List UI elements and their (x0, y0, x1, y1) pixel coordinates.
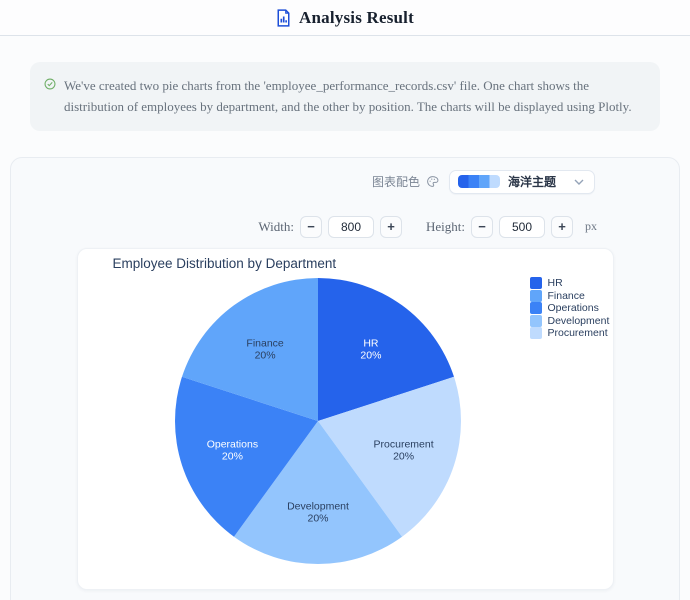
width-decrease-button[interactable]: − (300, 215, 322, 238)
width-input[interactable]: 800 (328, 215, 374, 238)
height-label: Height: (426, 218, 465, 234)
width-label: Width: (258, 218, 294, 234)
legend-swatch (529, 277, 542, 290)
legend-swatch (529, 302, 542, 315)
legend-label: Development (547, 314, 610, 327)
chevron-down-icon (574, 179, 584, 185)
size-toolbar: Width: − 800 + Height: − 500 + px (11, 215, 679, 238)
legend-item-finance[interactable]: Finance (529, 289, 610, 302)
palette-icon (427, 176, 439, 188)
legend-label: Procurement (547, 327, 608, 340)
legend-swatch (529, 314, 542, 327)
legend-swatch (529, 289, 542, 302)
legend-item-development[interactable]: Development (529, 314, 610, 327)
pie-chart-card: Employee Distribution by Department HR 20… (76, 247, 614, 590)
theme-toolbar: 图表配色 海洋主题 (11, 169, 679, 194)
height-increase-button[interactable]: + (551, 215, 573, 238)
page-header: Analysis Result (0, 0, 690, 36)
theme-selected-value: 海洋主题 (507, 175, 556, 190)
legend-label: Finance (547, 289, 585, 302)
chart-legend: HR Finance Operations Development Procuremen… (529, 277, 610, 340)
status-message-text: We've created two pie charts from the 'e… (64, 78, 632, 115)
page-title: Analysis Result (299, 7, 414, 27)
theme-label: 图表配色 (371, 175, 420, 190)
legend-item-operations[interactable]: Operations (529, 302, 610, 315)
legend-swatch (529, 327, 542, 340)
width-increase-button[interactable]: + (380, 215, 402, 238)
legend-item-procurement[interactable]: Procurement (529, 327, 610, 340)
legend-label: HR (547, 277, 563, 290)
theme-color-swatch (457, 175, 500, 189)
unit-label: px (585, 219, 597, 234)
pie-slice-label: HR 20% (360, 338, 381, 362)
check-circle-icon (44, 78, 56, 90)
height-input[interactable]: 500 (499, 215, 545, 238)
legend-label: Operations (547, 302, 599, 315)
status-message: We've created two pie charts from the 'e… (30, 62, 660, 131)
analysis-document-icon (277, 8, 290, 27)
legend-item-hr[interactable]: HR (529, 277, 610, 290)
chart-panel: 图表配色 海洋主题 Width: − 800 + Height: − 500 +… (10, 156, 680, 600)
height-decrease-button[interactable]: − (471, 215, 493, 238)
theme-dropdown[interactable]: 海洋主题 (448, 169, 595, 194)
